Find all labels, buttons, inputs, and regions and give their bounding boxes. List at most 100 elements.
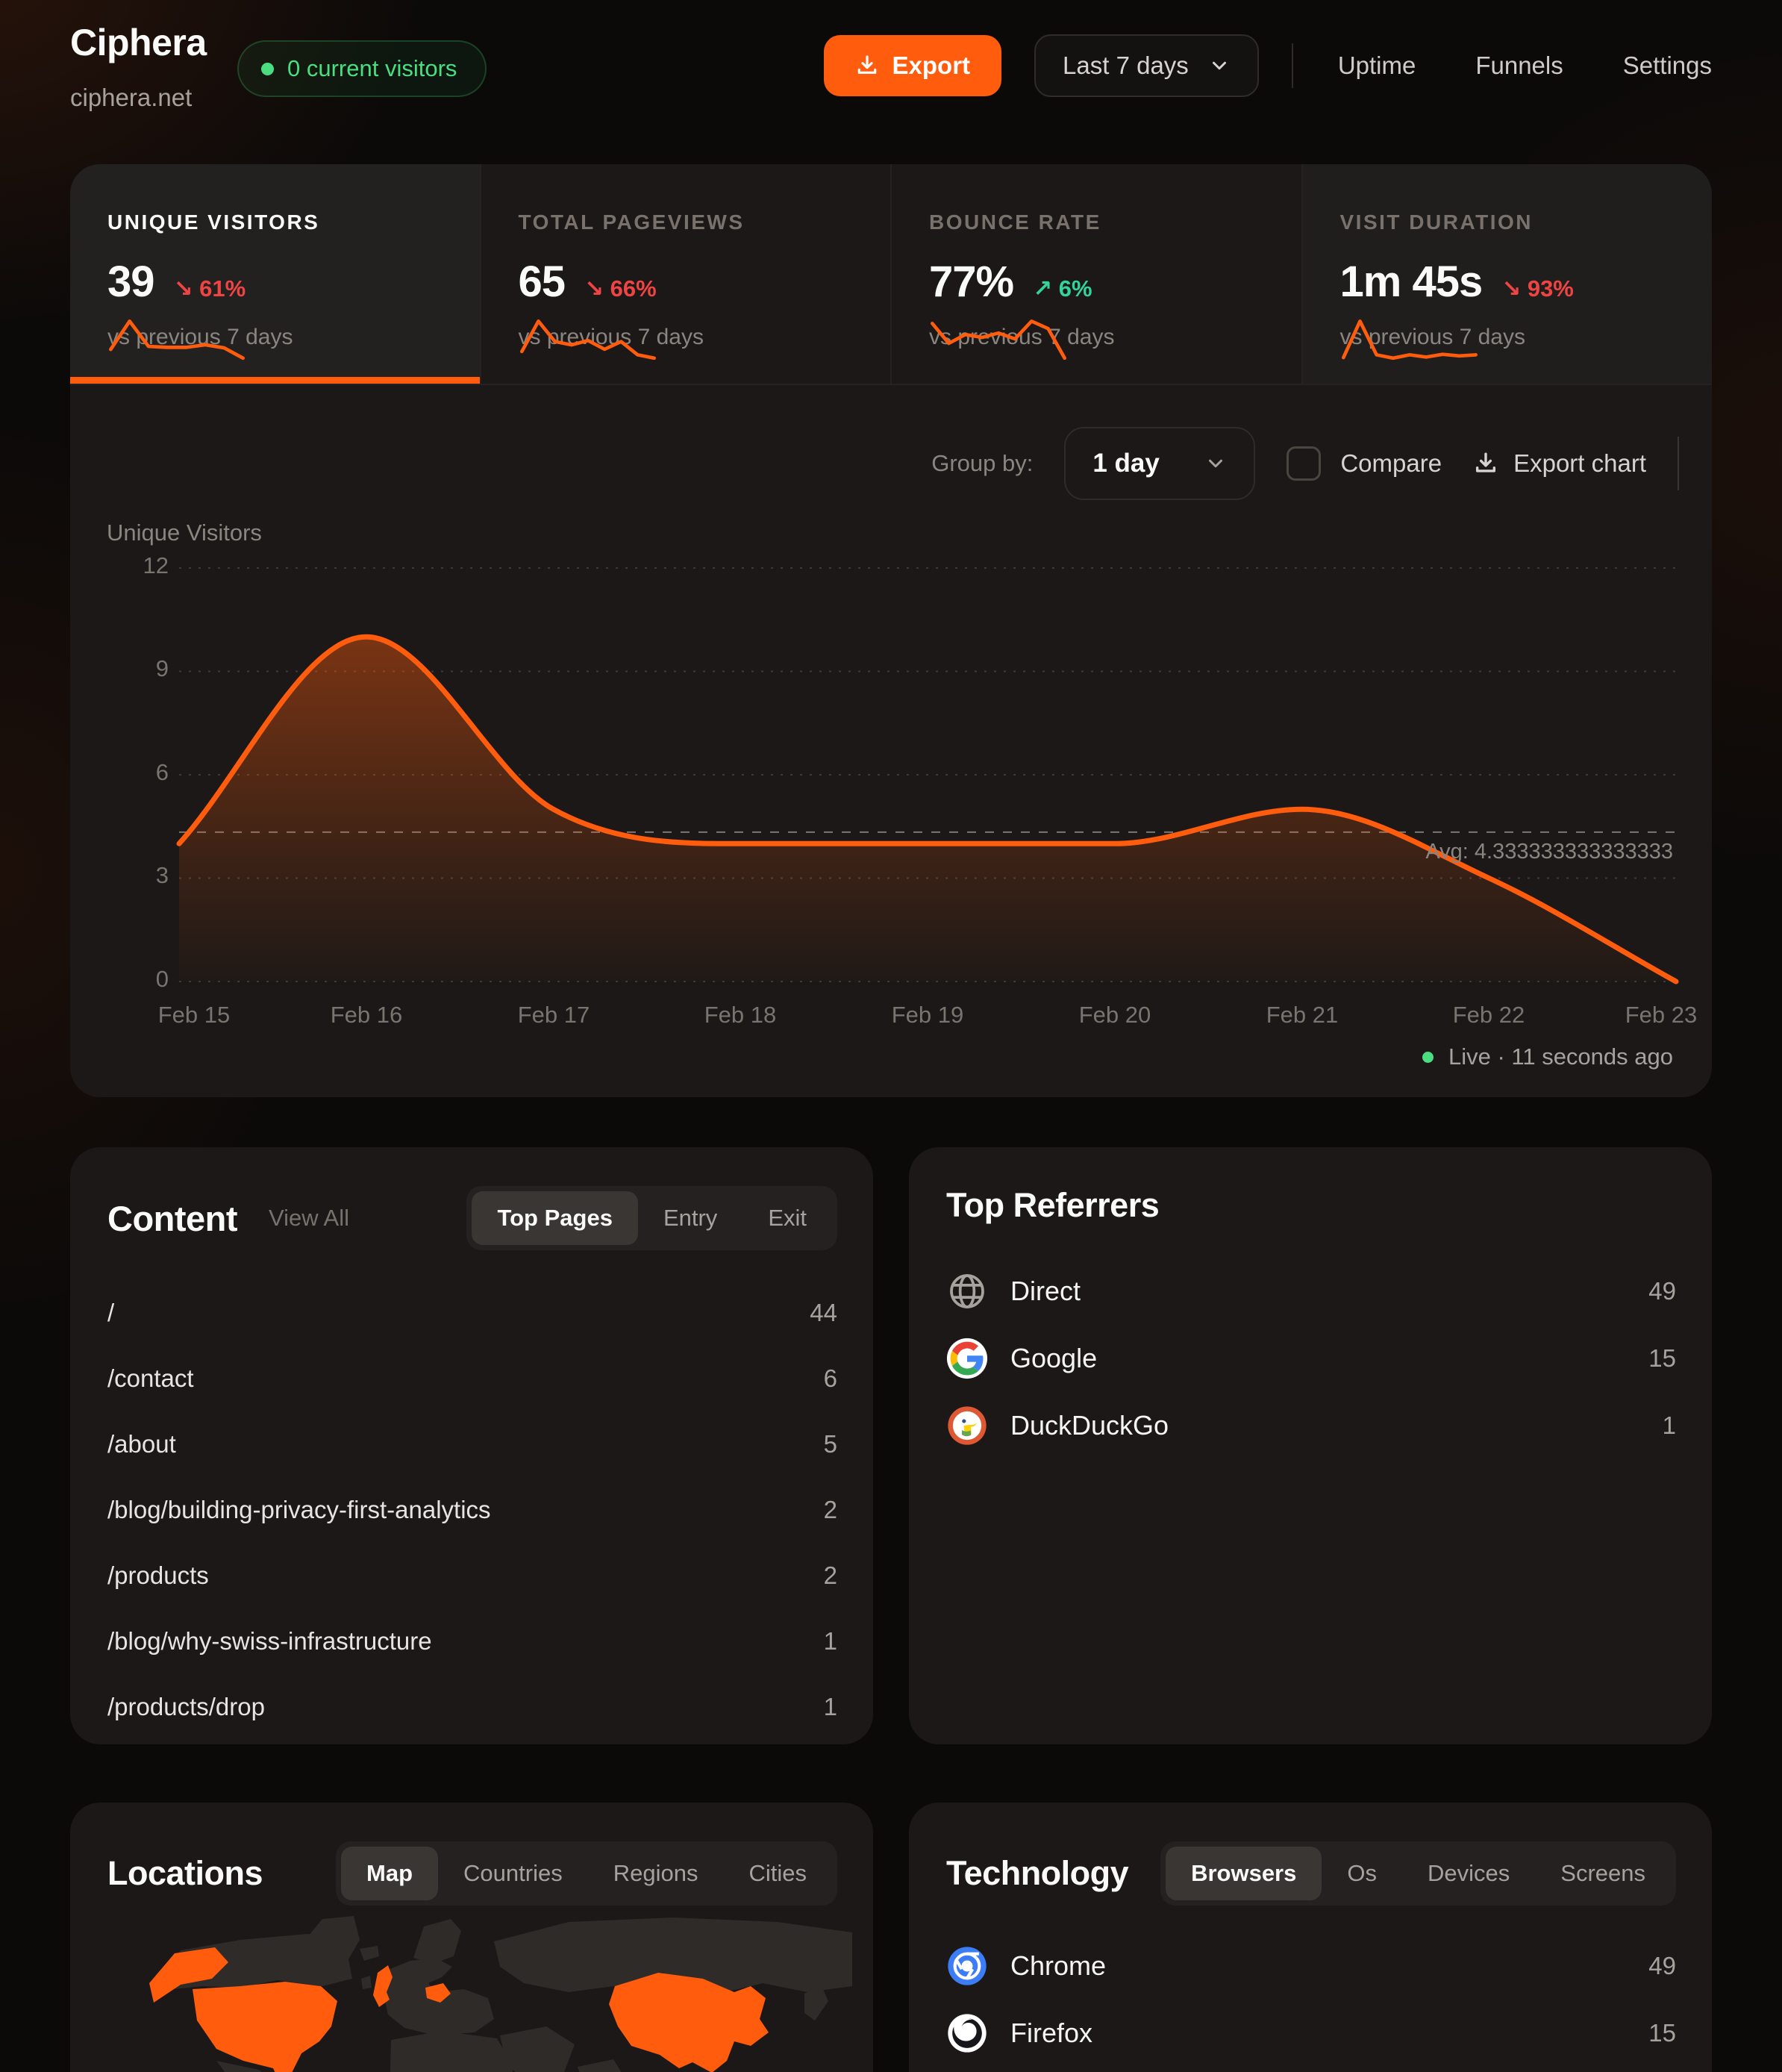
browser-row[interactable]: Chrome 49 bbox=[946, 1932, 1676, 2000]
stat-card-unique-visitors[interactable]: UNIQUE VISITORS 39 ↘ 61% vs previous 7 d… bbox=[70, 164, 481, 384]
x-tick: Feb 15 bbox=[158, 1002, 231, 1029]
page-row[interactable]: /about5 bbox=[107, 1411, 837, 1477]
google-icon bbox=[946, 1338, 988, 1379]
trend-arrow-icon: ↘ bbox=[174, 275, 193, 302]
referrers-list: Direct 49 Google 15 DuckDuckGo 1 bbox=[909, 1225, 1712, 1459]
stat-label: TOTAL PAGEVIEWS bbox=[519, 210, 861, 234]
globe-icon bbox=[946, 1270, 988, 1312]
stat-card-bounce-rate[interactable]: BOUNCE RATE 77% ↗ 6% vs previous 7 days bbox=[892, 164, 1303, 384]
map-iceland bbox=[360, 1946, 379, 1961]
map-scandinavia bbox=[413, 1919, 461, 1964]
browser-row[interactable]: Firefox 15 bbox=[946, 2000, 1676, 2067]
download-icon bbox=[855, 54, 879, 78]
chevron-down-icon bbox=[1208, 54, 1231, 77]
map-india bbox=[578, 2059, 630, 2072]
sparkline-chart bbox=[1340, 313, 1479, 363]
compare-checkbox[interactable] bbox=[1287, 446, 1321, 481]
page-row[interactable]: /products/drop1 bbox=[107, 1674, 837, 1740]
x-tick: Feb 17 bbox=[518, 1002, 590, 1029]
tab-devices[interactable]: Devices bbox=[1402, 1847, 1535, 1900]
header: Ciphera ciphera.net 0 current visitors E… bbox=[70, 21, 1712, 133]
date-range-dropdown[interactable]: Last 7 days bbox=[1034, 34, 1259, 97]
page-row[interactable]: /blog/building-privacy-first-analytics2 bbox=[107, 1477, 837, 1543]
content-title: Content bbox=[107, 1198, 237, 1239]
chart-area-fill bbox=[179, 637, 1676, 982]
stat-delta: ↘ 93% bbox=[1501, 275, 1574, 302]
stats-row: UNIQUE VISITORS 39 ↘ 61% vs previous 7 d… bbox=[70, 164, 1712, 385]
nav-funnels[interactable]: Funnels bbox=[1475, 52, 1563, 80]
live-visitors-dot-icon bbox=[261, 63, 274, 75]
tab-regions[interactable]: Regions bbox=[588, 1847, 724, 1900]
tab-entry[interactable]: Entry bbox=[638, 1191, 742, 1245]
stat-delta: ↗ 6% bbox=[1033, 275, 1092, 302]
export-chart-button[interactable]: Export chart bbox=[1473, 449, 1646, 478]
current-visitors-label: 0 current visitors bbox=[287, 55, 457, 82]
map-united-states bbox=[193, 1982, 337, 2072]
download-icon bbox=[1473, 451, 1498, 476]
content-panel: Content View All Top Pages Entry Exit /4… bbox=[70, 1147, 873, 1744]
tab-cities[interactable]: Cities bbox=[723, 1847, 832, 1900]
chevron-down-icon bbox=[1204, 452, 1227, 475]
page-row[interactable]: /blog/why-swiss-infrastructure1 bbox=[107, 1608, 837, 1674]
x-tick: Feb 23 bbox=[1625, 1002, 1698, 1029]
trend-arrow-icon: ↘ bbox=[1501, 275, 1521, 302]
live-dot-icon bbox=[1422, 1052, 1434, 1063]
nav-settings[interactable]: Settings bbox=[1623, 52, 1712, 80]
stat-card-total-pageviews[interactable]: TOTAL PAGEVIEWS 65 ↘ 66% vs previous 7 d… bbox=[481, 164, 892, 384]
page-row[interactable]: /contact6 bbox=[107, 1346, 837, 1411]
sparkline-chart bbox=[929, 313, 1068, 363]
page-row[interactable]: /44 bbox=[107, 1280, 837, 1346]
map-china bbox=[609, 1973, 769, 2072]
stat-value: 77% bbox=[929, 257, 1013, 307]
stat-delta: ↘ 66% bbox=[584, 275, 657, 302]
export-button[interactable]: Export bbox=[824, 35, 1002, 96]
duckduckgo-icon bbox=[946, 1405, 988, 1447]
header-divider bbox=[1292, 43, 1293, 88]
map-middle-east bbox=[500, 2026, 575, 2072]
live-status: Live · 11 seconds ago bbox=[1422, 1043, 1673, 1070]
analytics-dashboard: Ciphera ciphera.net 0 current visitors E… bbox=[0, 0, 1782, 2072]
x-tick: Feb 22 bbox=[1453, 1002, 1525, 1029]
tab-browsers[interactable]: Browsers bbox=[1166, 1847, 1322, 1900]
referrer-row[interactable]: Direct 49 bbox=[946, 1258, 1676, 1325]
tab-map[interactable]: Map bbox=[341, 1847, 438, 1900]
locations-title: Locations bbox=[107, 1854, 263, 1893]
stat-label: VISIT DURATION bbox=[1340, 210, 1683, 234]
view-all-link[interactable]: View All bbox=[269, 1205, 349, 1232]
sparkline-chart bbox=[107, 313, 246, 363]
tab-os[interactable]: Os bbox=[1322, 1847, 1402, 1900]
nav-uptime[interactable]: Uptime bbox=[1338, 52, 1416, 80]
live-status-label: Live · 11 seconds ago bbox=[1448, 1043, 1673, 1070]
x-tick: Feb 20 bbox=[1079, 1002, 1151, 1029]
referrer-row[interactable]: Google 15 bbox=[946, 1325, 1676, 1392]
technology-panel: Technology Browsers Os Devices Screens C… bbox=[909, 1803, 1712, 2072]
x-tick: Feb 16 bbox=[331, 1002, 403, 1029]
visitors-area-chart[interactable] bbox=[70, 485, 1712, 1067]
stat-value: 1m 45s bbox=[1340, 257, 1483, 307]
referrers-title: Top Referrers bbox=[946, 1186, 1159, 1225]
tab-top-pages[interactable]: Top Pages bbox=[472, 1191, 637, 1245]
tab-countries[interactable]: Countries bbox=[438, 1847, 588, 1900]
overview-panel: UNIQUE VISITORS 39 ↘ 61% vs previous 7 d… bbox=[70, 164, 1712, 1097]
referrer-row[interactable]: DuckDuckGo 1 bbox=[946, 1392, 1676, 1459]
browser-row-partial[interactable] bbox=[946, 2067, 1676, 2072]
stat-value: 65 bbox=[519, 257, 566, 307]
sparkline-chart bbox=[519, 313, 657, 363]
page-row[interactable]: /products2 bbox=[107, 1543, 837, 1608]
group-by-label: Group by: bbox=[931, 450, 1033, 477]
world-map[interactable] bbox=[91, 1915, 852, 2072]
tab-exit[interactable]: Exit bbox=[742, 1191, 832, 1245]
locations-panel: Locations Map Countries Regions Cities bbox=[70, 1803, 873, 2072]
content-tabs: Top Pages Entry Exit bbox=[466, 1186, 837, 1250]
current-visitors-badge[interactable]: 0 current visitors bbox=[237, 40, 487, 97]
stat-card-visit-duration[interactable]: VISIT DURATION 1m 45s ↘ 93% vs previous … bbox=[1303, 164, 1713, 384]
tab-screens[interactable]: Screens bbox=[1535, 1847, 1671, 1900]
stat-label: BOUNCE RATE bbox=[929, 210, 1272, 234]
chrome-icon bbox=[946, 1945, 988, 1987]
map-africa bbox=[390, 2031, 513, 2072]
top-pages-list: /44 /contact6 /about5 /blog/building-pri… bbox=[70, 1250, 873, 1740]
export-chart-label: Export chart bbox=[1513, 449, 1646, 478]
map-ireland bbox=[361, 1976, 372, 1989]
trend-arrow-icon: ↘ bbox=[584, 275, 604, 302]
compare-toggle[interactable]: Compare bbox=[1287, 446, 1442, 481]
